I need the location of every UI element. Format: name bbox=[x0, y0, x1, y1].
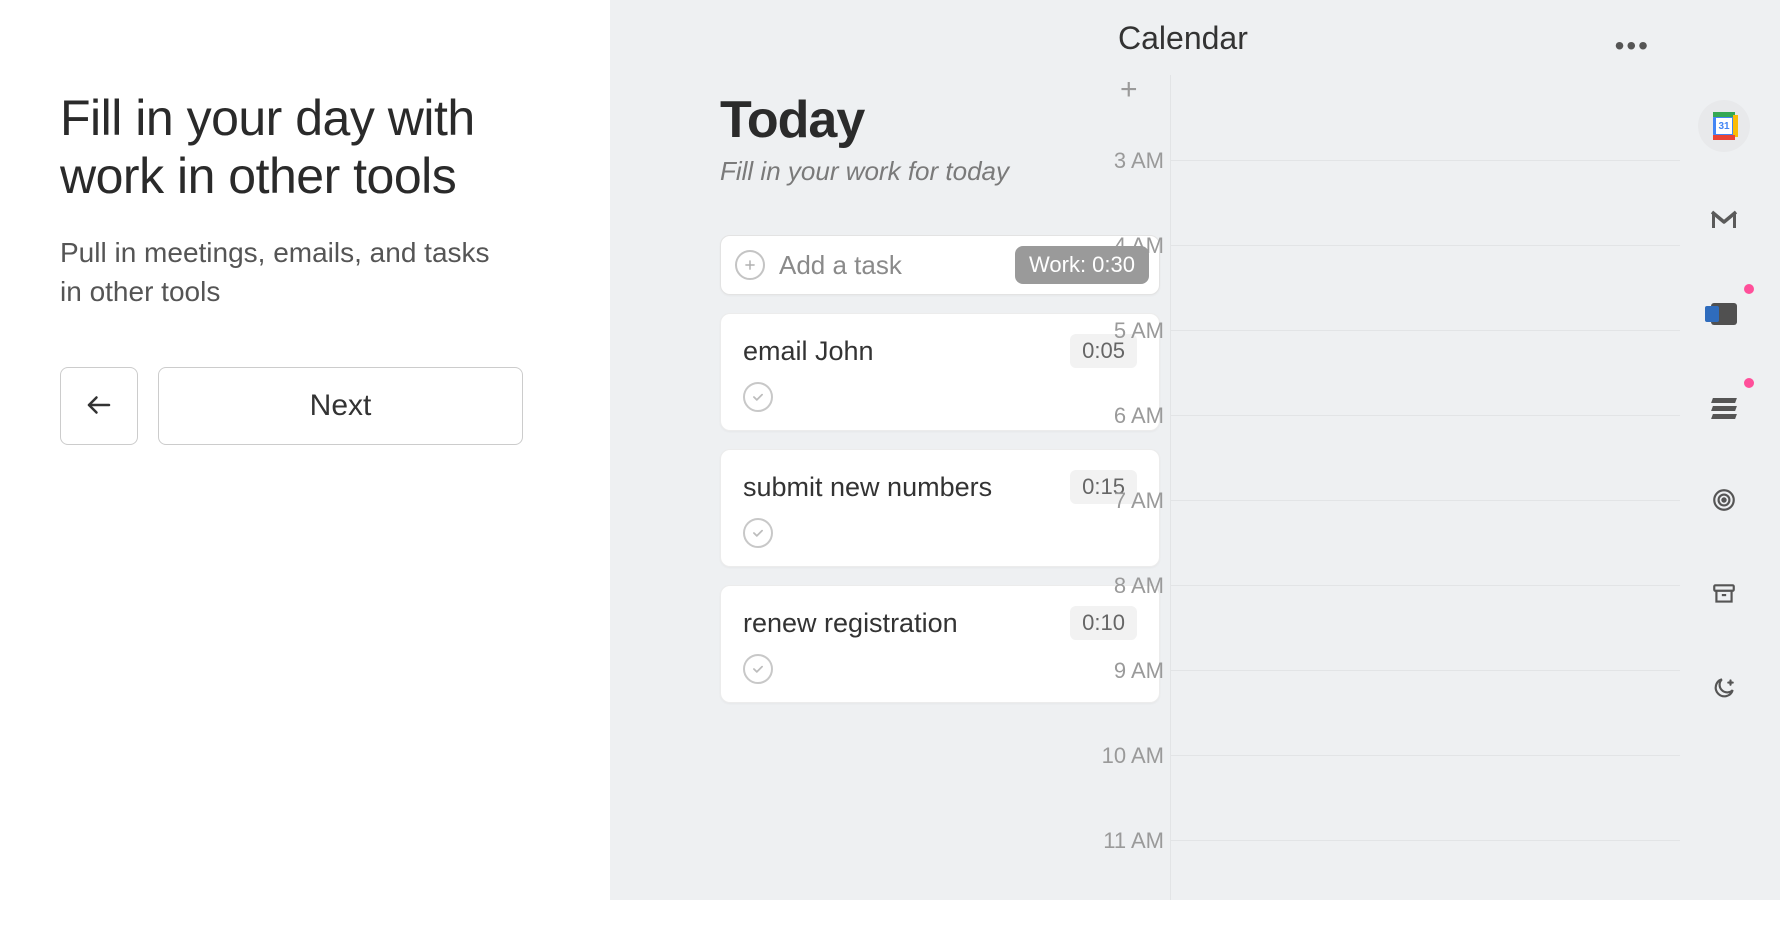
calendar-add-icon[interactable]: + bbox=[1120, 73, 1138, 107]
hour-label: 8 AM bbox=[1100, 573, 1164, 599]
next-button[interactable]: Next bbox=[158, 367, 523, 445]
today-title: Today bbox=[720, 90, 1090, 150]
hour-line bbox=[1170, 670, 1680, 671]
rail-night-button[interactable] bbox=[1698, 664, 1750, 716]
app-area: Today Fill in your work for today Add a … bbox=[610, 0, 1780, 900]
google-calendar-icon bbox=[1710, 112, 1738, 140]
add-task-label: Add a task bbox=[779, 250, 1015, 281]
arrow-left-icon bbox=[84, 390, 114, 423]
back-button[interactable] bbox=[60, 367, 138, 445]
hour-label: 7 AM bbox=[1100, 488, 1164, 514]
onboarding-panel: Fill in your day with work in other tool… bbox=[0, 0, 610, 900]
notification-dot bbox=[1744, 284, 1754, 294]
today-subtitle: Fill in your work for today bbox=[720, 156, 1090, 187]
rail-todoist-button[interactable] bbox=[1698, 382, 1750, 434]
task-title: renew registration bbox=[743, 608, 958, 639]
more-icon[interactable]: ••• bbox=[1615, 30, 1650, 62]
moon-icon bbox=[1711, 675, 1737, 706]
onboarding-buttons: Next bbox=[60, 367, 550, 445]
check-circle-icon[interactable] bbox=[743, 382, 773, 412]
hour-line bbox=[1170, 330, 1680, 331]
onboarding-subtitle: Pull in meetings, emails, and tasks in o… bbox=[60, 233, 500, 311]
check-circle-icon[interactable] bbox=[743, 518, 773, 548]
today-column: Today Fill in your work for today Add a … bbox=[610, 0, 1090, 900]
target-icon bbox=[1711, 487, 1737, 518]
rail-outlook-button[interactable] bbox=[1698, 288, 1750, 340]
onboarding-title: Fill in your day with work in other tool… bbox=[60, 90, 550, 205]
outlook-icon bbox=[1711, 303, 1737, 325]
hour-label: 3 AM bbox=[1100, 148, 1164, 174]
calendar-column: Calendar ••• + 3 AM 4 AM 5 AM 6 AM 7 AM … bbox=[1090, 0, 1780, 900]
todoist-icon bbox=[1712, 396, 1736, 420]
task-title: email John bbox=[743, 336, 874, 367]
hour-line bbox=[1170, 500, 1680, 501]
hour-line bbox=[1170, 840, 1680, 841]
integrations-rail bbox=[1698, 100, 1750, 716]
hour-label: 11 AM bbox=[1100, 828, 1164, 854]
check-circle-icon[interactable] bbox=[743, 654, 773, 684]
hour-line bbox=[1170, 160, 1680, 161]
hour-line bbox=[1170, 415, 1680, 416]
hour-label: 9 AM bbox=[1100, 658, 1164, 684]
hour-line bbox=[1170, 245, 1680, 246]
rail-google-calendar-button[interactable] bbox=[1698, 100, 1750, 152]
plus-circle-icon bbox=[735, 250, 765, 280]
rail-focus-button[interactable] bbox=[1698, 476, 1750, 528]
task-title: submit new numbers bbox=[743, 472, 992, 503]
hour-line bbox=[1170, 585, 1680, 586]
calendar-header: Calendar ••• bbox=[1090, 20, 1780, 80]
gmail-icon bbox=[1710, 210, 1738, 230]
calendar-title: Calendar bbox=[1118, 20, 1248, 57]
rail-archive-button[interactable] bbox=[1698, 570, 1750, 622]
hour-label: 6 AM bbox=[1100, 403, 1164, 429]
hour-line bbox=[1170, 755, 1680, 756]
hour-label: 10 AM bbox=[1100, 743, 1164, 769]
hour-label: 4 AM bbox=[1100, 233, 1164, 259]
rail-gmail-button[interactable] bbox=[1698, 194, 1750, 246]
calendar-grid[interactable]: + 3 AM 4 AM 5 AM 6 AM 7 AM 8 AM 9 AM 10 … bbox=[1090, 75, 1680, 900]
notification-dot bbox=[1744, 378, 1754, 388]
hour-label: 5 AM bbox=[1100, 318, 1164, 344]
archive-icon bbox=[1711, 581, 1737, 612]
